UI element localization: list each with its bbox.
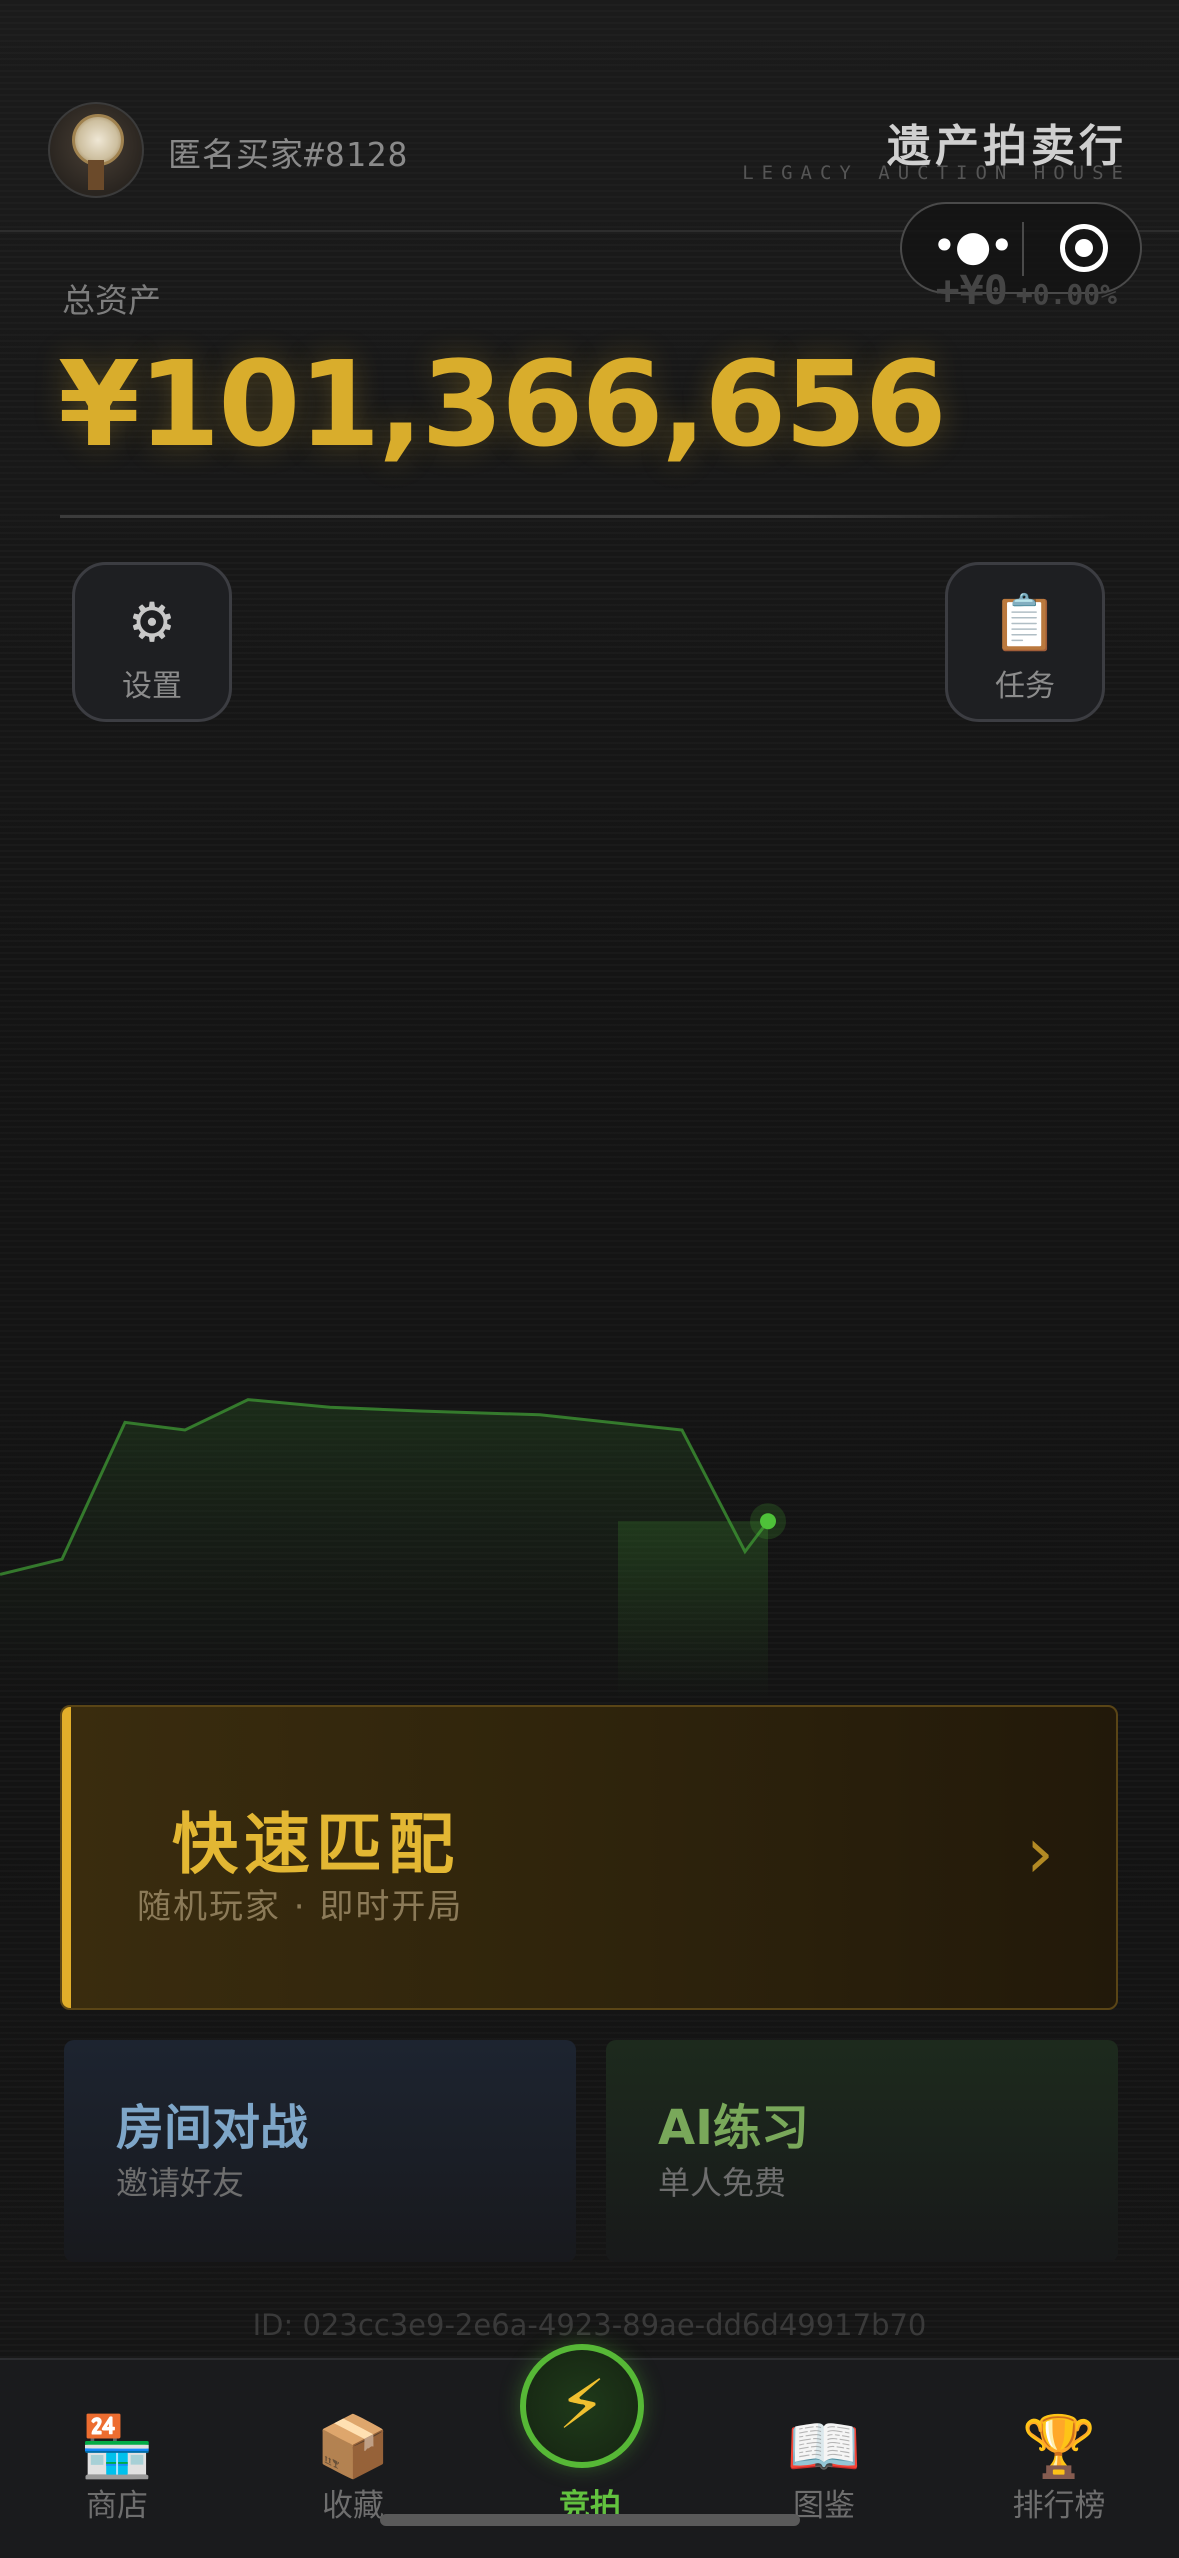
chevron-right-icon: › bbox=[1026, 1812, 1054, 1894]
chart-highlight-column bbox=[618, 1521, 768, 1700]
tab-collection[interactable]: 📦 收藏 bbox=[253, 2360, 453, 2558]
settings-button[interactable]: ⚙ 设置 bbox=[72, 562, 232, 722]
clipboard-icon: 📋 bbox=[991, 591, 1059, 654]
book-icon: 📖 bbox=[786, 2412, 862, 2482]
room-battle-subtitle: 邀请好友 bbox=[116, 2164, 245, 2202]
asset-delta: +¥0 +0.00% bbox=[935, 268, 1117, 314]
ai-practice-button[interactable]: AI练习 单人免费 bbox=[606, 2040, 1118, 2262]
brand-subtitle: LEGACY AUCTION HOUSE bbox=[742, 162, 1131, 184]
header: 匿名买家#8128 遗产拍卖行 LEGACY AUCTION HOUSE bbox=[0, 0, 1179, 232]
asset-history-chart bbox=[0, 1398, 786, 1700]
quick-match-button[interactable]: 快速匹配 随机玩家 · 即时开局 › bbox=[60, 1705, 1118, 2010]
close-target-icon[interactable] bbox=[1060, 224, 1108, 272]
quick-match-title: 快速匹配 bbox=[172, 1806, 460, 1883]
tasks-button[interactable]: 📋 任务 bbox=[945, 562, 1105, 722]
tab-guide[interactable]: 📖 图鉴 bbox=[724, 2360, 924, 2558]
chart-current-point-halo bbox=[750, 1503, 786, 1540]
shop-icon: 🏪 bbox=[79, 2412, 155, 2482]
box-icon: 📦 bbox=[315, 2412, 391, 2482]
divider bbox=[60, 515, 1120, 518]
home-indicator bbox=[380, 2514, 800, 2526]
user-id: ID: 023cc3e9-2e6a-4923-89ae-dd6d49917b70 bbox=[252, 2308, 927, 2342]
quick-match-accent-bar bbox=[62, 1707, 71, 2008]
total-assets-label: 总资产 bbox=[62, 281, 161, 320]
room-battle-button[interactable]: 房间对战 邀请好友 bbox=[64, 2040, 576, 2262]
ai-practice-subtitle: 单人免费 bbox=[658, 2164, 787, 2202]
avatar[interactable] bbox=[48, 102, 144, 198]
trophy-icon: 🏆 bbox=[1021, 2412, 1097, 2482]
asset-delta-pct: +0.00% bbox=[1015, 278, 1117, 311]
username: 匿名买家#8128 bbox=[168, 135, 409, 174]
quick-match-subtitle: 随机玩家 · 即时开局 bbox=[137, 1887, 464, 1927]
tab-ranking[interactable]: 🏆 排行榜 bbox=[959, 2360, 1159, 2558]
gear-icon: ⚙ bbox=[127, 591, 177, 654]
tab-bid[interactable]: ⚡ 竞拍 bbox=[490, 2344, 690, 2558]
total-assets-value: ¥101,366,656 bbox=[58, 335, 947, 473]
ai-practice-title: AI练习 bbox=[658, 2100, 810, 2156]
lightning-icon: ⚡ bbox=[520, 2344, 644, 2468]
tab-bar: 🏪 商店 📦 收藏 ⚡ 竞拍 📖 图鉴 🏆 排行榜 bbox=[0, 2344, 1179, 2558]
clock-icon bbox=[72, 114, 124, 166]
room-battle-title: 房间对战 bbox=[116, 2100, 309, 2156]
more-dots-icon[interactable]: •●• bbox=[932, 225, 1014, 270]
tab-shop[interactable]: 🏪 商店 bbox=[17, 2360, 217, 2558]
